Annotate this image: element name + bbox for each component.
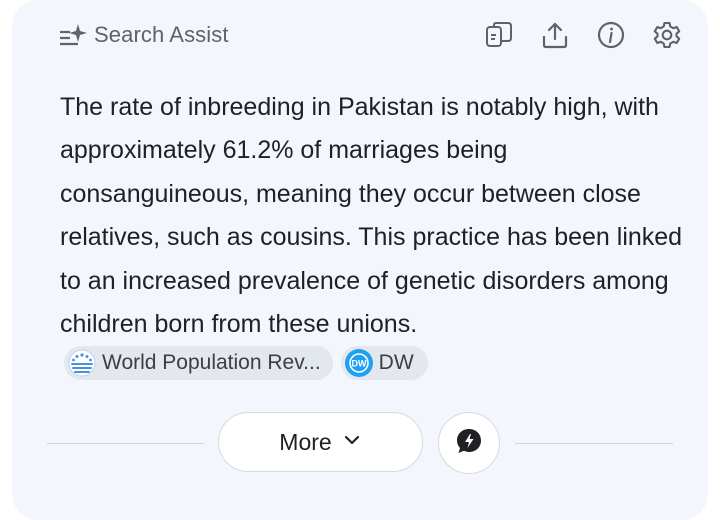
- chat-button[interactable]: [438, 412, 500, 474]
- search-assist-title: Search Assist: [94, 22, 229, 47]
- answer-paragraph: The rate of inbreeding in Pakistan is no…: [60, 86, 690, 394]
- chat-bubble-icon: [455, 427, 483, 460]
- search-assist-header: Search Assist: [58, 16, 690, 54]
- source-chip-dw[interactable]: DW DW: [340, 346, 428, 381]
- divider-left: [47, 443, 204, 444]
- answer-text: The rate of inbreeding in Pakistan is no…: [60, 93, 683, 339]
- search-assist-title-group: Search Assist: [58, 21, 229, 49]
- dw-logo-icon: DW: [344, 349, 373, 378]
- globe-people-icon: [68, 349, 96, 377]
- source-chip-label: World Population Rev...: [102, 351, 321, 375]
- gear-icon[interactable]: [652, 20, 682, 50]
- more-button[interactable]: More: [218, 412, 423, 472]
- chevron-down-icon: [342, 429, 362, 456]
- sparkle-list-icon: [58, 21, 88, 49]
- header-actions: [484, 20, 682, 50]
- share-icon[interactable]: [540, 20, 570, 50]
- source-chip-world-population-review[interactable]: World Population Rev...: [64, 346, 333, 381]
- source-chip-label: DW: [378, 351, 414, 375]
- divider-right: [515, 443, 673, 444]
- copy-icon[interactable]: [484, 20, 514, 50]
- svg-text:DW: DW: [351, 359, 366, 369]
- info-icon[interactable]: [596, 20, 626, 50]
- more-button-label: More: [279, 428, 332, 455]
